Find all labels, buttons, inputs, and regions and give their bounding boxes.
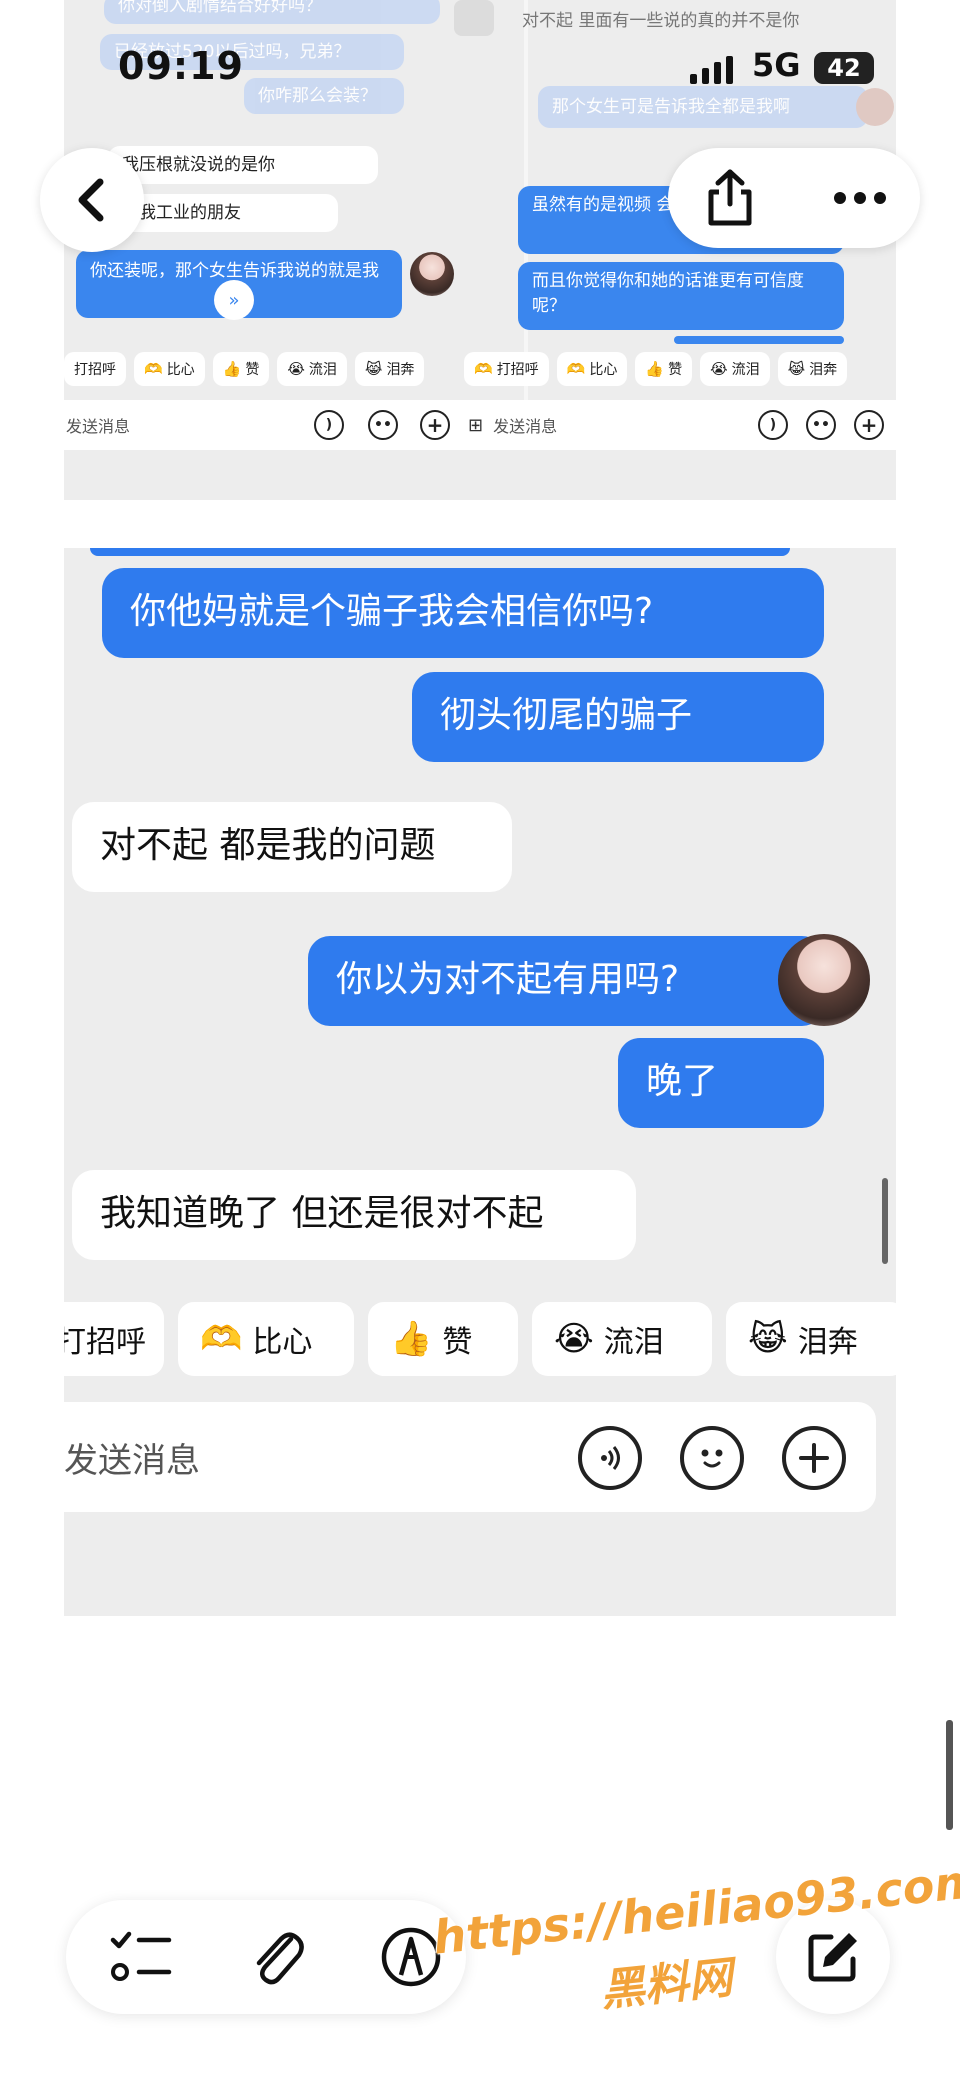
quick-reply-chip[interactable]: 🫶 打招呼 [464,352,549,386]
quick-reply-chip[interactable]: 打招呼 [64,1302,164,1376]
page-scrollbar[interactable] [946,1720,953,1830]
battery-icon: 42 [814,52,874,84]
voice-icon[interactable]: ) [314,410,344,440]
message-bubble: 我压根就没说的是你 [108,146,378,184]
avatar [410,252,454,296]
message-bubble: 那个女生可是告诉我全都是我啊 [538,86,868,128]
avatar [778,934,870,1026]
message-bubble-sent: 你他妈就是个骗子我会相信你吗? [102,568,824,658]
scrollbar[interactable] [882,1178,888,1264]
quick-reply-row: 🫶 打招呼 🫶 比心 👍 赞 😭 流泪 😹 泪奔 [464,352,848,386]
emoji-icon[interactable]: •• [368,410,398,440]
emoji-icon[interactable] [680,1426,744,1490]
signal-icon [690,56,733,84]
checklist-button[interactable] [96,1912,186,2002]
quick-reply-chip[interactable]: 😭 流泪 [277,352,347,386]
more-icon [834,192,886,204]
quick-reply-chip[interactable]: 👍 赞 [368,1302,518,1376]
share-icon [708,169,752,226]
message-bubble-received: 对不起 都是我的问题 [72,802,512,892]
avatar [454,0,494,36]
network-type: 5G [752,46,801,84]
attach-button[interactable] [232,1912,322,2002]
message-bubble-sent: 你以为对不起有用吗? [308,936,824,1026]
message-input[interactable]: 发送消息 [66,413,130,437]
quick-reply-chip[interactable]: 😹 泪奔 [777,352,848,386]
voice-icon[interactable] [578,1426,642,1490]
message-bubble-edge [674,336,844,344]
plus-icon[interactable]: + [420,410,450,440]
plus-icon[interactable] [782,1426,846,1490]
quick-reply-chip[interactable]: 🫶 比心 [556,352,628,386]
emoji-icon[interactable]: •• [806,410,836,440]
message-bubble: 你咋那么会装？ [244,78,404,114]
message-bubble: 你对倒入剧情结合好好吗？ [104,0,440,24]
share-button[interactable] [690,158,770,238]
screenshot-main: 你他妈就是个骗子我会相信你吗? 彻头彻尾的骗子 对不起 都是我的问题 你以为对不… [64,548,896,1616]
message-input-bar: 发送消息 [64,1402,876,1512]
message-bubble-sent: 彻头彻尾的骗子 [412,672,824,762]
message-bubble-received: 我知道晚了 但还是很对不起 [72,1170,636,1260]
checklist-icon [110,1931,172,1981]
message-input[interactable]: 发送消息 [493,413,557,437]
quick-reply-chip[interactable]: 😹 泪奔 [354,352,425,386]
scroll-down-icon[interactable]: » [214,280,254,320]
message-input-bar: 发送消息 ) •• + [64,400,464,450]
message-bubble-edge [90,548,790,556]
message-input-bar: ⊞ 发送消息 ) •• + [464,400,896,450]
avatar [856,88,894,126]
voice-icon[interactable]: ) [758,410,788,440]
quick-reply-chip[interactable]: 👍 赞 [635,352,693,386]
compose-icon [808,1933,857,1982]
watermark-name: 黑料网 [598,1952,735,2017]
quick-reply-chip[interactable]: 😭 流泪 [700,352,770,386]
quick-reply-chip[interactable]: 😭 流泪 [532,1302,712,1376]
quick-reply-chip[interactable]: 😹 泪奔 [726,1302,896,1376]
chevron-left-icon [78,178,104,222]
quick-reply-chip[interactable]: 🫶 比心 [134,352,205,386]
quick-reply-row: 打招呼 🫶 比心 👍 赞 😭 流泪 😹 泪奔 [64,352,425,386]
apps-icon[interactable]: ⊞ [468,415,483,436]
quick-reply-chip[interactable]: 👍 赞 [212,352,270,386]
more-button[interactable] [820,158,900,238]
message-bubble: 而且你觉得你和她的话谁更有可信度呢？ [518,262,844,330]
message-input[interactable]: 发送消息 [64,1433,200,1482]
plus-icon[interactable]: + [854,410,884,440]
status-time: 09:19 [118,44,244,88]
quick-reply-chip[interactable]: 🫶 比心 [178,1302,354,1376]
paperclip-icon [256,1932,304,1985]
quick-reply-chip[interactable]: 打招呼 [64,352,126,386]
back-button[interactable] [40,148,144,252]
message-bubble-sent: 晚了 [618,1038,824,1128]
